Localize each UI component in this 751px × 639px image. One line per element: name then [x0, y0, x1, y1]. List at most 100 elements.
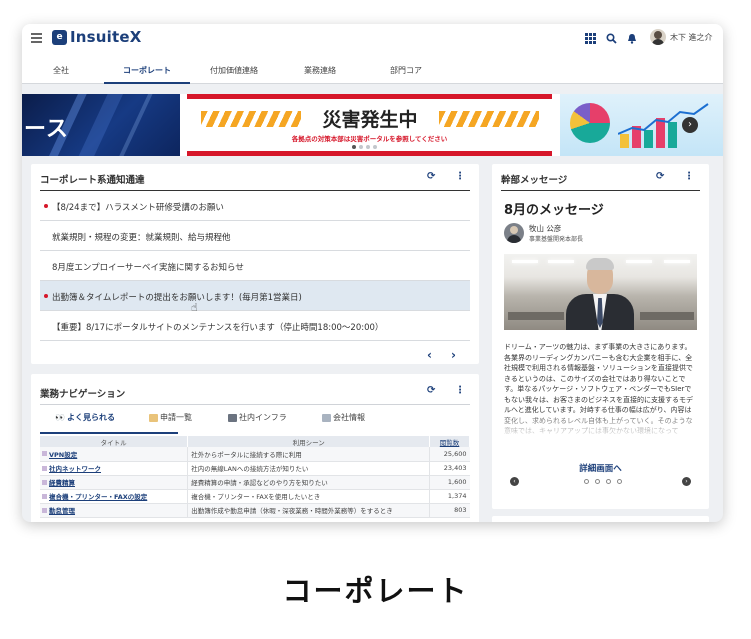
- more-menu-icon[interactable]: ⋮: [684, 171, 694, 182]
- row-scene: 社外からポータルに接続する際に利用: [187, 447, 430, 462]
- row-scene: 出勤簿作成や勤怠申請（休暇・深夜業務・時間外業務等）をするとき: [187, 503, 430, 518]
- computer-icon: [228, 413, 237, 422]
- notice-item[interactable]: 【8/24まで】ハラスメント研修受講のお願い: [40, 191, 470, 221]
- row-views: 23,403: [429, 461, 470, 476]
- more-menu-icon[interactable]: ⋮: [455, 171, 465, 182]
- tab-zensha[interactable]: 全社: [44, 65, 78, 84]
- navigation-table: タイトル 利用シーン 閲覧数 VPN設定 社外からポータルに接続する際に利用 2…: [40, 436, 470, 518]
- hazard-stripes-left: [201, 111, 301, 127]
- row-views: 25,600: [429, 447, 470, 462]
- notice-item-hovered[interactable]: 出勤簿＆タイムレポートの提出をお願いします！(毎月第1営業日): [40, 281, 470, 311]
- column-header-title[interactable]: タイトル: [40, 436, 189, 447]
- hamburger-menu-icon[interactable]: [31, 33, 42, 44]
- page-caption: コーポレート: [282, 574, 469, 608]
- next-message-icon[interactable]: ›: [682, 477, 691, 486]
- row-title-link[interactable]: VPN設定: [40, 447, 188, 462]
- user-name[interactable]: 木下 進之介: [670, 32, 713, 43]
- app-name: InsuiteX: [70, 28, 142, 46]
- building-icon: [322, 413, 331, 422]
- user-avatar[interactable]: [650, 29, 666, 45]
- next-page-icon[interactable]: ›: [451, 348, 456, 362]
- eyes-icon: 👀: [55, 413, 65, 422]
- row-title-link[interactable]: 経費精算: [40, 475, 188, 490]
- author-name: 牧山 公彦: [529, 224, 562, 233]
- message-dot[interactable]: [617, 479, 622, 484]
- table-row[interactable]: 複合機・プリンター・FAXの設定 複合機・プリンター・FAXを使用したいとき 1…: [40, 489, 470, 504]
- column-header-scene[interactable]: 利用シーン: [187, 436, 431, 447]
- banner-slide-previous[interactable]: ース: [22, 94, 180, 156]
- executive-message-card: 幹部メッセージ ⟳ ⋮ 8月のメッセージ 牧山 公彦 事業基盤開発本部長 ドリー…: [492, 164, 709, 509]
- hand-cursor-icon: ☝: [191, 301, 198, 314]
- unread-dot-icon: [44, 294, 48, 298]
- disaster-title: 災害発生中: [322, 109, 418, 131]
- row-title-link[interactable]: 複合機・プリンター・FAXの設定: [40, 489, 188, 504]
- subtab-company-info[interactable]: 会社情報: [322, 412, 365, 423]
- banner-slide-next[interactable]: [560, 94, 723, 156]
- header: e InsuiteX 木下 進之介 全社 コーポレート 付加価値連絡 業務連絡 …: [22, 24, 723, 84]
- column-header-views[interactable]: 閲覧数: [429, 436, 470, 447]
- table-row[interactable]: 勤怠管理 出勤簿作成や勤怠申請（休暇・深夜業務・時間外業務等）をするとき 803: [40, 503, 470, 518]
- detail-link[interactable]: 詳細画面へ: [492, 462, 709, 474]
- app-logo[interactable]: e InsuiteX: [52, 28, 142, 46]
- tab-department-core[interactable]: 部門コア: [388, 65, 424, 84]
- refresh-icon[interactable]: ⟳: [656, 171, 664, 182]
- row-title-link[interactable]: 勤怠管理: [40, 503, 188, 518]
- business-navigation-card: 業務ナビゲーション ⟳ ⋮ 👀 よく見られる 申請一覧 社内インフラ 会社情報 タ…: [31, 374, 479, 522]
- disaster-subtitle: 各拠点の対策本部は災害ポータルを参照してください: [291, 135, 448, 143]
- message-heading: 8月のメッセージ: [504, 203, 604, 218]
- message-pagination: [584, 479, 622, 484]
- row-views: 1,374: [429, 489, 470, 504]
- message-body: ドリーム・アーツの魅力は、まず事業の大きさにあります。各業界のリーディングカンパ…: [504, 343, 693, 435]
- banner-dot[interactable]: [366, 145, 370, 149]
- search-icon[interactable]: [605, 32, 617, 44]
- hazard-stripes-right: [439, 111, 539, 127]
- subtab-applications[interactable]: 申請一覧: [149, 412, 192, 423]
- previous-page-icon[interactable]: ‹: [427, 348, 432, 362]
- tab-business-notice[interactable]: 業務連絡: [302, 65, 338, 84]
- table-row[interactable]: 経費精算 経費精算の申請・承認などのやり方を知りたい 1,600: [40, 475, 470, 490]
- author-title: 事業基盤開発本部長: [529, 236, 584, 243]
- bell-icon[interactable]: [626, 32, 638, 44]
- subtab-popular[interactable]: 👀 よく見られる: [55, 412, 115, 423]
- table-row[interactable]: 社内ネットワーク 社内の無線LANへの接続方法が知りたい 23,403: [40, 461, 470, 476]
- trend-line-graphic: [618, 103, 709, 135]
- table-row[interactable]: VPN設定 社外からポータルに接続する際に利用 25,600: [40, 447, 470, 462]
- apps-grid-icon[interactable]: [584, 32, 596, 44]
- banner-next-arrow-icon[interactable]: ›: [682, 117, 698, 133]
- row-scene: 経費精算の申請・承認などのやり方を知りたい: [187, 475, 430, 490]
- pencil-icon: [149, 413, 158, 422]
- subtab-infrastructure[interactable]: 社内インフラ: [228, 412, 287, 423]
- row-title-link[interactable]: 社内ネットワーク: [40, 461, 188, 476]
- pie-chart-graphic: [570, 103, 610, 143]
- active-subtab-indicator: [40, 432, 178, 434]
- more-menu-icon[interactable]: ⋮: [455, 385, 465, 396]
- tab-value-added[interactable]: 付加価値連絡: [208, 65, 260, 84]
- message-card-title: 幹部メッセージ: [501, 175, 568, 186]
- next-card-edge: [492, 516, 709, 522]
- tab-corporate[interactable]: コーポレート: [104, 65, 190, 84]
- notices-card: コーポレート系通知通達 ⟳ ⋮ 【8/24まで】ハラスメント研修受講のお願い 就…: [31, 164, 479, 364]
- banner-dot[interactable]: [359, 145, 363, 149]
- logo-mark-icon: e: [52, 29, 67, 45]
- row-views: 1,600: [429, 475, 470, 490]
- row-scene: 社内の無線LANへの接続方法が知りたい: [187, 461, 430, 476]
- unread-dot-icon: [44, 204, 48, 208]
- message-dot[interactable]: [606, 479, 611, 484]
- message-dot[interactable]: [595, 479, 600, 484]
- notice-item[interactable]: 8月度エンプロイーサーベイ実施に関するお知らせ: [40, 251, 470, 281]
- banner-dot[interactable]: [373, 145, 377, 149]
- refresh-icon[interactable]: ⟳: [427, 385, 435, 396]
- portal-window: e InsuiteX 木下 進之介 全社 コーポレート 付加価値連絡 業務連絡 …: [22, 24, 723, 522]
- refresh-icon[interactable]: ⟳: [427, 171, 435, 182]
- banner-pagination: [352, 145, 377, 149]
- navigation-title: 業務ナビゲーション: [40, 389, 126, 400]
- message-dot[interactable]: [584, 479, 589, 484]
- executive-photo: [504, 254, 697, 330]
- author-avatar: [504, 223, 524, 243]
- notice-item[interactable]: 【重要】8/17にポータルサイトのメンテナンスを行います（停止時間18:00～2…: [40, 311, 470, 341]
- previous-message-icon[interactable]: ‹: [510, 477, 519, 486]
- notices-title: コーポレート系通知通達: [40, 175, 145, 186]
- row-scene: 複合機・プリンター・FAXを使用したいとき: [187, 489, 430, 504]
- banner-dot[interactable]: [352, 145, 356, 149]
- notice-item[interactable]: 就業規則・規程の変更：就業規則、給与規程他: [40, 221, 470, 251]
